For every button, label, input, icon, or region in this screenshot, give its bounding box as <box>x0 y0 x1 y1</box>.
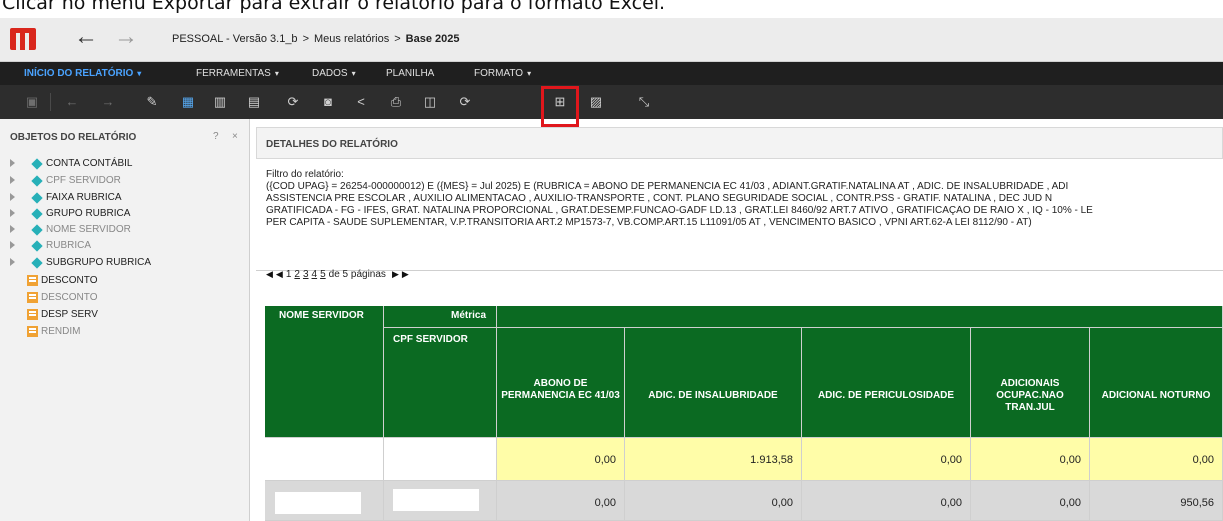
grid-cell <box>384 481 497 521</box>
page-link[interactable]: 1 <box>286 269 292 280</box>
filter-text-line: PER CAPITA - SAUDE SUPLEMENTAR, V.P.TRAN… <box>266 217 1032 228</box>
title-bar: ← → PESSOAL - Versão 3.1_b > Meus relatóri… <box>0 18 1223 62</box>
report-details-title: DETALHES DO RELATÓRIO <box>256 127 1223 159</box>
value-cell: 0,00 <box>625 481 802 521</box>
app-logo <box>10 28 36 50</box>
header-metrica[interactable]: Métrica <box>384 306 497 328</box>
save-as-icon[interactable]: ◙ <box>316 91 340 113</box>
grid-cell <box>384 438 497 481</box>
subscribe-icon[interactable]: ⟳ <box>453 91 477 113</box>
filter-text-line: GRATIFICADA - FG - IFES, GRAT. NATALINA … <box>266 205 1093 216</box>
export-highlight-box <box>541 86 579 127</box>
page-link[interactable]: 2 <box>294 269 300 280</box>
close-icon[interactable]: × <box>232 131 238 142</box>
grid-cell <box>265 438 384 481</box>
grid-icon[interactable]: ▦ <box>176 91 200 113</box>
header-cpf-servidor[interactable]: CPF SERVIDOR <box>384 328 497 438</box>
pager: ◀ ◀ 1 2 3 4 5 de 5 páginas ▶ ▶ <box>266 269 412 280</box>
value-cell: 0,00 <box>802 481 971 521</box>
last-page-icon[interactable]: ▶ <box>402 269 409 279</box>
attribute-icon <box>31 257 43 269</box>
total-cell: 0,00 <box>497 438 625 481</box>
page-count: de 5 páginas <box>328 269 386 280</box>
menu-bar: INÍCIO DO RELATÓRIO ▾ FERRAMENTAS ▾ DADOS ▾… <box>0 62 1223 85</box>
breadcrumb-current: Base 2025 <box>405 33 460 45</box>
filter-label: Filtro do relatório: <box>266 169 344 180</box>
print-icon[interactable]: ⎙ <box>384 91 408 113</box>
value-cell: 950,56 <box>1090 481 1223 521</box>
metric-icon <box>27 309 38 320</box>
header-adic-periculosidade[interactable]: ADIC. DE PERICULOSIDADE <box>802 328 971 438</box>
edit-icon[interactable]: ✎ <box>140 91 164 113</box>
save-icon[interactable]: ▣ <box>20 91 44 113</box>
redo-icon[interactable]: → <box>96 91 120 113</box>
instruction-caption: Clicar no menu Exportar para extrair o r… <box>0 0 1223 18</box>
total-cell: 0,00 <box>802 438 971 481</box>
metric-icon <box>27 275 38 286</box>
menu-inicio-do-relatorio[interactable]: INÍCIO DO RELATÓRIO ▾ <box>24 68 141 79</box>
total-cell: 0,00 <box>1090 438 1223 481</box>
attribute-icon <box>31 240 43 252</box>
expand-icon[interactable] <box>10 258 15 266</box>
expand-icon[interactable] <box>10 159 15 167</box>
total-cell: 1.913,58 <box>625 438 802 481</box>
redacted-name <box>275 492 361 514</box>
filter-text-line: ({COD UPAG} = 26254-000000012) E ({MÊS} … <box>266 181 1069 192</box>
undo-icon[interactable]: ← <box>60 91 84 113</box>
total-cell: 0,00 <box>971 438 1090 481</box>
prev-page-icon[interactable]: ◀ <box>276 269 283 279</box>
breadcrumb: PESSOAL - Versão 3.1_b > Meus relatórios > B… <box>172 33 460 45</box>
refresh-icon[interactable]: ⟳ <box>281 91 305 113</box>
expand-icon[interactable] <box>10 241 15 249</box>
breadcrumb-folder[interactable]: Meus relatórios <box>314 33 389 45</box>
report-objects-panel: OBJETOS DO RELATÓRIO ? × CONTA CONTÁBIL … <box>0 119 250 521</box>
grid-graph-icon[interactable]: ▤ <box>242 91 266 113</box>
attribute-icon <box>31 175 43 187</box>
header-adic-insalubridade[interactable]: ADIC. DE INSALUBRIDADE <box>625 328 802 438</box>
expand-icon[interactable] <box>10 225 15 233</box>
arrow-left-icon[interactable]: ← <box>74 25 98 49</box>
header-spacer <box>497 306 1223 328</box>
expand-icon[interactable] <box>10 209 15 217</box>
report-grid: NOME SERVIDOR Métrica CPF SERVIDOR ABONO… <box>265 306 1223 521</box>
header-nome-servidor[interactable]: NOME SERVIDOR <box>265 306 384 438</box>
next-page-icon[interactable]: ▶ <box>392 269 399 279</box>
header-abono-permanencia[interactable]: ABONO DE PERMANENCIA EC 41/03 <box>497 328 625 438</box>
fullscreen-icon[interactable]: ⤡ <box>632 91 656 113</box>
breadcrumb-app[interactable]: PESSOAL - Versão 3.1_b <box>172 33 298 45</box>
value-cell: 0,00 <box>971 481 1090 521</box>
page-link[interactable]: 3 <box>303 269 309 280</box>
schedule-icon[interactable]: ◫ <box>418 91 442 113</box>
expand-icon[interactable] <box>10 176 15 184</box>
metric-icon <box>27 326 38 337</box>
toolbar: ▣ ← → ✎ ▦ ▥ ▤ ⟳ ◙ < ⎙ ◫ ⟳ ⊞ ▨ ⤡ <box>0 85 1223 119</box>
attribute-icon <box>31 224 43 236</box>
menu-dados[interactable]: DADOS ▾ <box>312 68 356 79</box>
header-adicionais-ocupac[interactable]: ADICIONAIS OCUPAC.NAO TRAN.JUL <box>971 328 1090 438</box>
present-icon[interactable]: ▨ <box>584 91 608 113</box>
help-icon[interactable]: ? <box>213 131 219 142</box>
page-link[interactable]: 5 <box>320 269 326 280</box>
page-link[interactable]: 4 <box>312 269 318 280</box>
filter-text-line: ASSISTENCIA PRE ESCOLAR , AUXILIO ALIMEN… <box>266 193 1053 204</box>
arrow-right-icon[interactable]: → <box>114 25 138 49</box>
menu-formato[interactable]: FORMATO ▾ <box>474 68 531 79</box>
redacted-cpf <box>393 489 479 511</box>
metric-icon <box>27 292 38 303</box>
grid-cell <box>265 481 384 521</box>
menu-ferramentas[interactable]: FERRAMENTAS ▾ <box>196 68 279 79</box>
expand-icon[interactable] <box>10 193 15 201</box>
first-page-icon[interactable]: ◀ <box>266 269 273 279</box>
panel-title: OBJETOS DO RELATÓRIO <box>10 132 137 143</box>
menu-planilha[interactable]: PLANILHA <box>386 68 434 79</box>
bar-chart-icon[interactable]: ▥ <box>208 91 232 113</box>
share-icon[interactable]: < <box>349 91 373 113</box>
attribute-icon <box>31 158 43 170</box>
value-cell: 0,00 <box>497 481 625 521</box>
header-adicional-noturno[interactable]: ADICIONAL NOTURNO <box>1090 328 1223 438</box>
toolbar-divider <box>50 93 51 111</box>
attribute-icon <box>31 192 43 204</box>
attribute-icon <box>31 208 43 220</box>
